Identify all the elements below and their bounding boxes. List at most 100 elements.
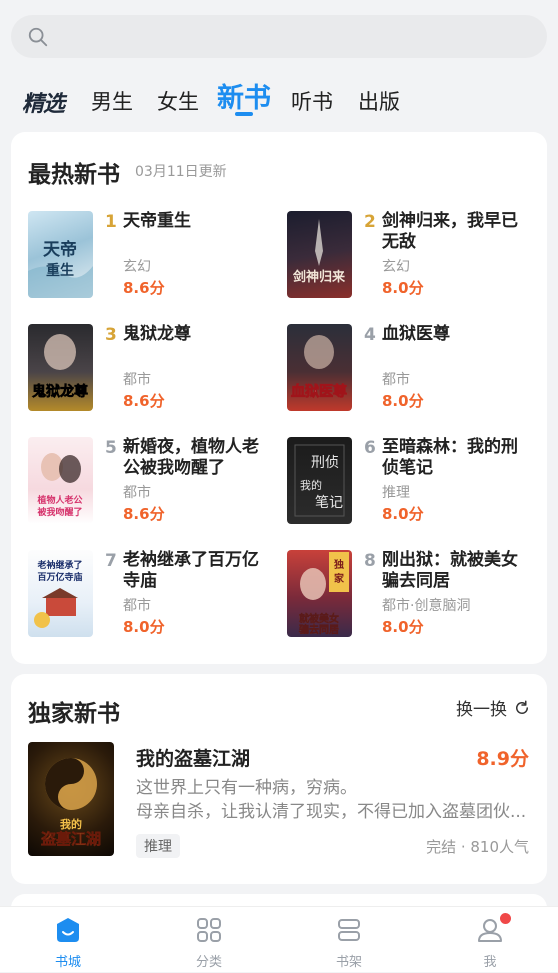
- bottom-nav: 书城 分类 书架 我: [0, 906, 558, 972]
- rank-number: 3: [105, 325, 117, 345]
- book-score: 8.6分: [123, 279, 165, 297]
- book-title: 剑神归来，我早已无敌: [382, 211, 518, 252]
- nav-bookshelf[interactable]: 书架: [309, 907, 389, 973]
- svg-text:鬼狱龙尊: 鬼狱龙尊: [32, 383, 88, 400]
- bookstore-icon: [57, 918, 79, 942]
- book-category: 推理: [382, 485, 410, 501]
- notification-dot: [500, 913, 511, 924]
- refresh-label: 换一换: [456, 700, 507, 720]
- book-category: 都市·创意脑洞: [382, 598, 471, 614]
- channel-tabs: 精选 男生 女生 新书 听书 出版: [22, 72, 542, 122]
- nav-categories[interactable]: 分类: [169, 907, 249, 973]
- tab-male[interactable]: 男生: [91, 86, 133, 116]
- rank-number: 5: [105, 438, 117, 458]
- description-line: 母亲自杀，让我认清了现实，不得已加入盗墓团伙...: [136, 802, 527, 822]
- book-score: 8.9分: [476, 748, 529, 770]
- book-category: 都市: [123, 485, 151, 501]
- rank-number: 2: [364, 212, 376, 232]
- hot-new-books-card: 最热新书 03月11日更新 天帝 重生 1 天帝重生 玄幻 8.6分 剑神归来 2…: [11, 132, 547, 664]
- nav-label: 我: [483, 955, 497, 970]
- book-score: 8.0分: [382, 618, 424, 636]
- rank-number: 4: [364, 325, 376, 345]
- nav-profile[interactable]: 我: [450, 907, 530, 973]
- book-title[interactable]: 我的盗墓江湖: [136, 744, 250, 771]
- book-title: 新婚夜，植物人老公被我吻醒了: [123, 437, 259, 478]
- book-cover[interactable]: 我的 盗墓江湖: [28, 742, 114, 856]
- book-item[interactable]: 刑侦 我的 笔记 6 至暗森林：我的刑侦笔记 推理 8.0分: [287, 437, 537, 527]
- svg-text:盗墓江湖: 盗墓江湖: [41, 830, 101, 848]
- exclusive-new-books-card: 独家新书 换一换 我的 盗墓江湖 我的盗墓江湖 8.9分 这世界上只有一种病，穷…: [11, 674, 547, 884]
- refresh-icon: [516, 700, 528, 714]
- book-score: 8.6分: [123, 392, 165, 410]
- svg-text:天帝: 天帝: [43, 239, 77, 260]
- tab-audio[interactable]: 听书: [291, 86, 333, 116]
- svg-text:骗去同居: 骗去同居: [299, 623, 339, 636]
- rank-number: 1: [105, 212, 117, 232]
- rank-number: 7: [105, 551, 117, 571]
- book-category: 都市: [382, 372, 410, 388]
- book-cover: 剑神归来: [287, 211, 352, 298]
- svg-text:就被美女: 就被美女: [299, 612, 339, 625]
- svg-text:被我吻醒了: 被我吻醒了: [37, 506, 82, 518]
- tab-publishing[interactable]: 出版: [358, 86, 400, 116]
- svg-text:我的: 我的: [300, 478, 322, 492]
- book-category: 玄幻: [123, 259, 151, 275]
- book-category: 玄幻: [382, 259, 410, 275]
- section-title: 独家新书: [28, 701, 120, 727]
- genre-tag: 推理: [136, 834, 180, 858]
- nav-label: 书架: [335, 955, 362, 970]
- user-icon: [478, 919, 502, 942]
- book-title: 刚出狱：就被美女骗去同居: [382, 550, 518, 591]
- grid-icon: [197, 918, 221, 942]
- svg-text:重生: 重生: [46, 262, 74, 279]
- book-title: 鬼狱龙尊: [123, 324, 191, 344]
- book-cover: 刑侦我的笔记: [287, 437, 352, 524]
- description-line: 这世界上只有一种病，穷病。: [136, 778, 357, 798]
- book-item[interactable]: 老衲继承了 百万亿寺庙 7 老衲继承了百万亿寺庙 都市 8.0分: [28, 550, 278, 640]
- search-bar[interactable]: [11, 15, 547, 58]
- book-score: 8.0分: [382, 279, 424, 297]
- nav-label: 分类: [195, 955, 222, 970]
- svg-text:老衲继承了: 老衲继承了: [36, 559, 82, 571]
- book-score: 8.0分: [382, 505, 424, 523]
- book-status-meta: 完结 · 810人气: [426, 838, 529, 856]
- book-cover: 天帝 重生: [28, 211, 93, 298]
- book-cover: 鬼狱龙尊: [28, 324, 93, 411]
- svg-text:独: 独: [334, 558, 344, 571]
- book-score: 8.0分: [123, 618, 165, 636]
- book-item[interactable]: 天帝 重生 1 天帝重生 玄幻 8.6分: [28, 211, 278, 301]
- book-score: 8.0分: [382, 392, 424, 410]
- book-title: 天帝重生: [123, 211, 191, 231]
- rank-number: 8: [364, 551, 376, 571]
- svg-text:剑神归来: 剑神归来: [292, 269, 346, 285]
- active-tab-indicator: [235, 112, 253, 116]
- book-cover: 老衲继承了 百万亿寺庙: [28, 550, 93, 637]
- book-title: 血狱医尊: [382, 324, 450, 344]
- book-cover: 血狱医尊: [287, 324, 352, 411]
- svg-text:植物人老公: 植物人老公: [36, 494, 82, 506]
- book-cover: 植物人老公 被我吻醒了: [28, 437, 93, 524]
- nav-bookstore[interactable]: 书城: [28, 907, 108, 973]
- tab-female[interactable]: 女生: [157, 86, 199, 116]
- svg-text:刑侦: 刑侦: [311, 455, 339, 471]
- svg-text:我的: 我的: [60, 817, 82, 831]
- svg-text:家: 家: [334, 572, 345, 585]
- refresh-button[interactable]: 换一换: [456, 695, 531, 720]
- book-item[interactable]: 鬼狱龙尊 3 鬼狱龙尊 都市 8.6分: [28, 324, 278, 414]
- book-item[interactable]: 剑神归来 2 剑神归来，我早已无敌 玄幻 8.0分: [287, 211, 537, 301]
- book-description: 这世界上只有一种病，穷病。 母亲自杀，让我认清了现实，不得已加入盗墓团伙...: [136, 776, 531, 824]
- rank-number: 6: [364, 438, 376, 458]
- book-title: 老衲继承了百万亿寺庙: [123, 550, 259, 591]
- book-item[interactable]: 血狱医尊 4 血狱医尊 都市 8.0分: [287, 324, 537, 414]
- book-cover: 独家就被美女 骗去同居: [287, 550, 352, 637]
- book-category: 都市: [123, 598, 151, 614]
- svg-text:笔记: 笔记: [315, 495, 343, 511]
- book-item[interactable]: 植物人老公 被我吻醒了 5 新婚夜，植物人老公被我吻醒了 都市 8.6分: [28, 437, 278, 527]
- book-category: 都市: [123, 372, 151, 388]
- book-item[interactable]: 独家就被美女 骗去同居 8 刚出狱：就被美女骗去同居 都市·创意脑洞 8.0分: [287, 550, 537, 640]
- section-title: 最热新书: [28, 162, 120, 188]
- tab-new-books[interactable]: 新书: [217, 76, 271, 115]
- book-score: 8.6分: [123, 505, 165, 523]
- nav-label: 书城: [54, 955, 81, 970]
- tab-featured[interactable]: 精选: [22, 86, 65, 118]
